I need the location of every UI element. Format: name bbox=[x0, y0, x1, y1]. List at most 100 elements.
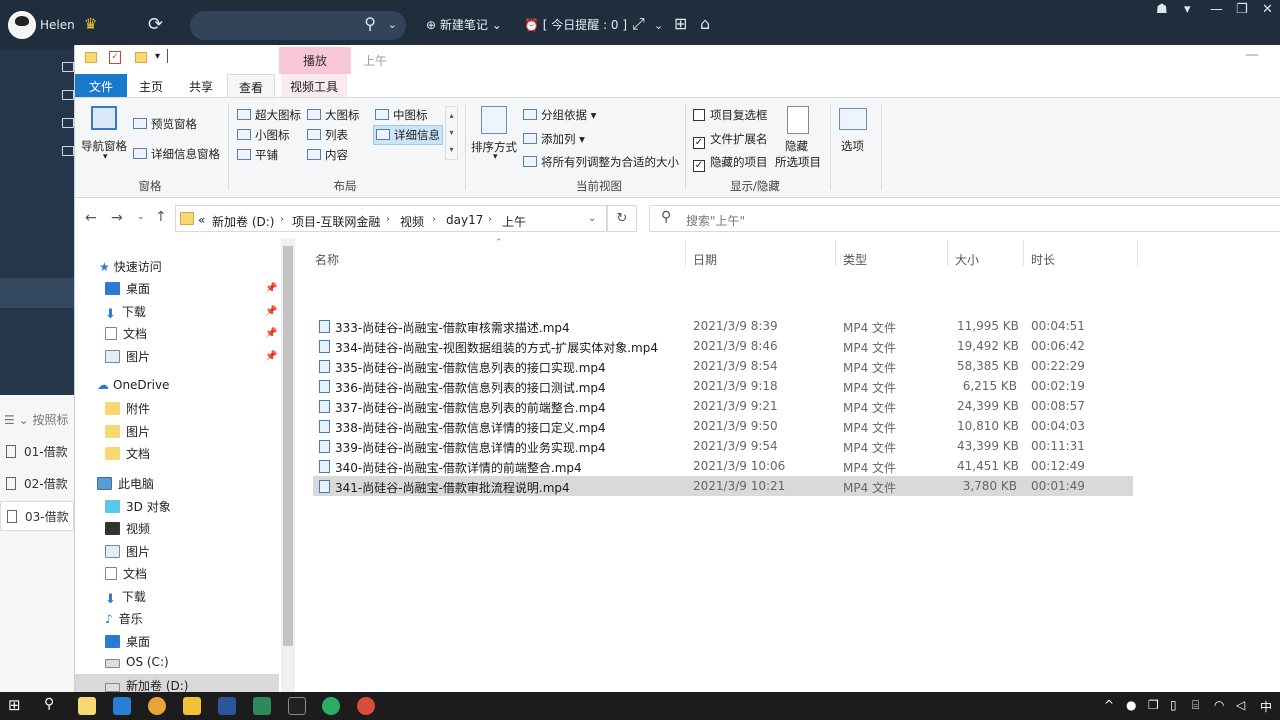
new-note-button[interactable]: ⊕ 新建笔记 ⌄ bbox=[426, 16, 502, 33]
table-row-selected[interactable]: 341-尚硅谷-尚融宝-借款审批流程说明.mp4 2021/3/9 10:21 MP… bbox=[313, 476, 1133, 496]
chevron-right-icon[interactable]: › bbox=[432, 214, 436, 225]
search-icon[interactable]: ⚲ bbox=[364, 14, 376, 33]
search-input[interactable]: ⚲ 搜索"上午" bbox=[649, 205, 1280, 232]
reminder-button[interactable]: ⏰ [ 今日提醒 : 0 ] bbox=[524, 16, 627, 33]
table-row[interactable]: 335-尚硅谷-尚融宝-借款信息列表的接口实现.mp4 2021/3/9 8:54… bbox=[313, 356, 1133, 376]
column-divider[interactable] bbox=[1023, 240, 1024, 266]
layout-scroll[interactable]: ▴ ▾ ▾ bbox=[445, 106, 458, 160]
column-header-duration[interactable]: 时长 bbox=[1031, 251, 1055, 268]
wechat-icon[interactable] bbox=[322, 697, 340, 715]
nav-item-pictures[interactable]: 图片 bbox=[105, 348, 150, 365]
hide-selected-icon[interactable] bbox=[787, 106, 809, 134]
windows-start-icon[interactable]: ⊞ bbox=[8, 696, 21, 714]
up-icon[interactable]: ↑ bbox=[155, 209, 167, 225]
column-divider[interactable] bbox=[685, 240, 686, 266]
nav-item-od-pictures[interactable]: 图片 bbox=[105, 423, 150, 440]
folder-icon[interactable] bbox=[62, 62, 74, 72]
breadcrumb-project[interactable]: 项目-互联网金融 bbox=[292, 213, 380, 230]
layout-extra-large-icons[interactable]: 超大图标 bbox=[237, 107, 301, 123]
grid-icon[interactable]: ⊞ bbox=[674, 14, 687, 33]
refresh-button[interactable]: ↻ bbox=[607, 205, 637, 232]
avatar[interactable] bbox=[8, 11, 36, 39]
file-extensions-toggle[interactable]: ✓ 文件扩展名 bbox=[693, 131, 768, 149]
nav-item-attachments[interactable]: 附件 bbox=[105, 400, 150, 417]
nav-item-videos[interactable]: 视频 bbox=[105, 520, 150, 537]
nav-item-desktop[interactable]: 桌面 bbox=[105, 280, 150, 297]
folder-icon[interactable] bbox=[62, 90, 74, 100]
layout-list[interactable]: 列表 bbox=[307, 127, 348, 143]
restore-icon[interactable]: ❐ bbox=[1236, 2, 1248, 17]
nav-quick-access[interactable]: ★ 快速访问 bbox=[99, 258, 162, 275]
expand-icon[interactable]: ⤢ bbox=[632, 14, 645, 34]
breadcrumb-day17[interactable]: day17 bbox=[446, 213, 483, 227]
word-icon[interactable] bbox=[218, 697, 236, 715]
preview-pane-button[interactable]: 预览窗格 bbox=[133, 116, 197, 132]
hide-selected-button-2[interactable]: 所选项目 bbox=[775, 154, 821, 170]
table-row[interactable]: 338-尚硅谷-尚融宝-借款信息详情的接口定义.mp4 2021/3/9 9:50… bbox=[313, 416, 1133, 436]
details-pane-button[interactable]: 详细信息窗格 bbox=[133, 146, 220, 162]
tab-file[interactable]: 文件 bbox=[75, 74, 127, 97]
nav-item-od-documents[interactable]: 文档 bbox=[105, 445, 150, 462]
layout-large-icons[interactable]: 大图标 bbox=[307, 107, 360, 123]
table-row[interactable]: 333-尚硅谷-尚融宝-借款审核需求描述.mp4 2021/3/9 8:39 MP4… bbox=[313, 316, 1133, 336]
file-explorer-icon[interactable] bbox=[78, 697, 96, 715]
column-header-type[interactable]: 类型 bbox=[843, 251, 867, 268]
nav-item-pc-documents[interactable]: 文档 bbox=[105, 565, 147, 582]
item-checkboxes-toggle[interactable]: 项目复选框 bbox=[693, 107, 768, 123]
column-divider[interactable] bbox=[947, 240, 948, 266]
nav-onedrive[interactable]: ☁ OneDrive bbox=[97, 378, 169, 392]
chevron-right-icon[interactable]: › bbox=[280, 214, 284, 225]
skin-icon[interactable]: ☗ bbox=[1156, 2, 1168, 17]
forward-icon[interactable]: → bbox=[111, 210, 123, 226]
vscode-icon[interactable] bbox=[113, 697, 131, 715]
close-icon[interactable]: ✕ bbox=[1262, 2, 1273, 17]
browser-icon[interactable] bbox=[148, 697, 166, 715]
fit-columns-button[interactable]: 将所有列调整为合适的大小 bbox=[523, 154, 679, 170]
breadcrumb-drive[interactable]: 新加卷 (D:) bbox=[212, 213, 274, 230]
wifi-icon[interactable]: ◠ bbox=[1214, 698, 1224, 712]
tab-share[interactable]: 共享 bbox=[181, 74, 221, 97]
tab-view[interactable]: 查看 bbox=[227, 74, 275, 98]
ime-indicator[interactable]: 中 bbox=[1260, 698, 1272, 715]
chevron-right-icon[interactable]: › bbox=[488, 214, 492, 225]
group-by-button[interactable]: 分组依据 ▾ bbox=[523, 107, 596, 123]
list-item[interactable]: 02-借款 bbox=[0, 469, 74, 499]
folder-icon[interactable] bbox=[62, 118, 74, 128]
pin-icon[interactable]: 📌 bbox=[265, 351, 277, 362]
pin-icon[interactable]: 📌 bbox=[265, 283, 277, 294]
tray-icon[interactable]: ▯ bbox=[1170, 698, 1177, 712]
column-header-name[interactable]: 名称 bbox=[315, 251, 339, 268]
nav-item-drive-d[interactable]: 新加卷 (D:) bbox=[75, 674, 279, 693]
table-row[interactable]: 336-尚硅谷-尚融宝-借款信息列表的接口测试.mp4 2021/3/9 9:18… bbox=[313, 376, 1133, 396]
column-divider[interactable] bbox=[1137, 240, 1138, 266]
list-item[interactable]: 01-借款 bbox=[0, 437, 74, 467]
table-row[interactable]: 334-尚硅谷-尚融宝-视图数据组装的方式-扩展实体对象.mp4 2021/3/9… bbox=[313, 336, 1133, 356]
chevron-right-icon[interactable]: › bbox=[386, 214, 390, 225]
tab-video-tools[interactable]: 视频工具 bbox=[281, 74, 347, 97]
search-icon[interactable]: ⚲ bbox=[44, 696, 54, 712]
chrome-icon[interactable] bbox=[357, 697, 375, 715]
layout-medium-icons[interactable]: 中图标 bbox=[375, 107, 428, 123]
properties-icon[interactable]: ✓ bbox=[109, 51, 121, 64]
chevron-down-icon[interactable]: ⌄ bbox=[588, 213, 596, 224]
chevron-up-icon[interactable]: ^ bbox=[1104, 698, 1114, 712]
minimize-icon[interactable]: — bbox=[1245, 47, 1259, 63]
nav-this-pc[interactable]: 此电脑 bbox=[97, 475, 154, 492]
options-button[interactable]: 选项 bbox=[841, 138, 864, 154]
folder-icon[interactable] bbox=[62, 146, 74, 156]
nav-item-pc-downloads[interactable]: ⬇ 下载 bbox=[105, 588, 146, 607]
nav-item-music[interactable]: ♪ 音乐 bbox=[105, 610, 143, 627]
sidebar-item-selected[interactable] bbox=[0, 278, 74, 308]
recent-locations-icon[interactable]: ⌄ bbox=[137, 212, 145, 222]
table-row[interactable]: 337-尚硅谷-尚融宝-借款信息列表的前端整合.mp4 2021/3/9 9:21… bbox=[313, 396, 1133, 416]
chevron-down-icon[interactable]: ⌄ bbox=[388, 18, 397, 31]
column-divider[interactable] bbox=[835, 240, 836, 266]
add-column-button[interactable]: 添加列 ▾ bbox=[523, 131, 585, 147]
table-row[interactable]: 339-尚硅谷-尚融宝-借款信息详情的业务实现.mp4 2021/3/9 9:54… bbox=[313, 436, 1133, 456]
sort-by-label[interactable]: ☰ ⌄ 按照标 bbox=[4, 411, 68, 428]
nav-item-3d[interactable]: 3D 对象 bbox=[105, 498, 171, 515]
hide-selected-button[interactable]: 隐藏 bbox=[785, 138, 808, 154]
app-icon[interactable] bbox=[253, 697, 271, 715]
volume-icon[interactable]: ◁ bbox=[1236, 698, 1245, 712]
tray-icon[interactable]: ● bbox=[1126, 698, 1136, 712]
